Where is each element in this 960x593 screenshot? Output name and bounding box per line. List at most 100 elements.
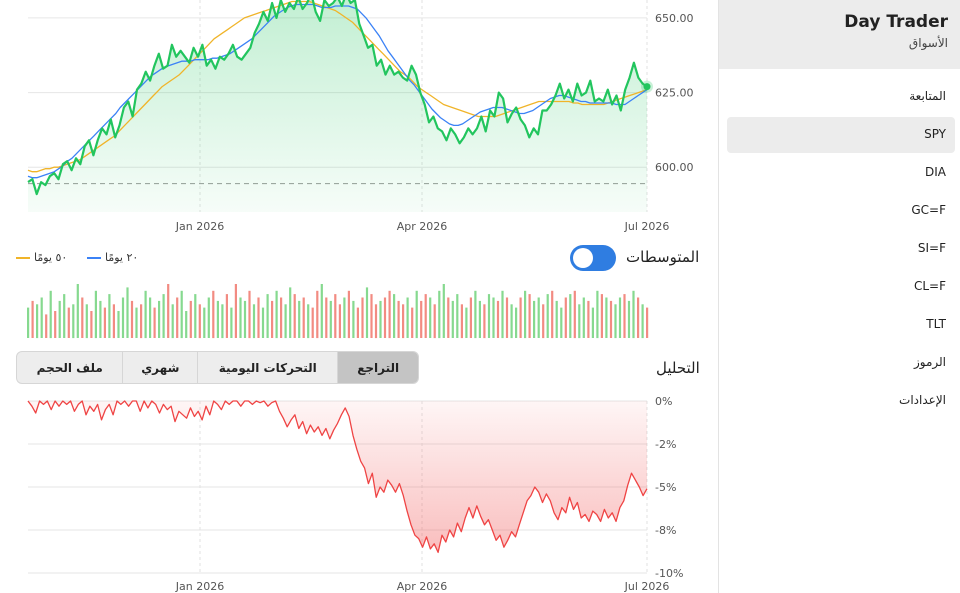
volume-bar [298, 300, 301, 338]
sidebar-item-gcf[interactable]: GC=F [911, 203, 946, 217]
volume-bar [510, 304, 513, 339]
volume-bar [632, 290, 635, 339]
ma-toggle[interactable] [570, 245, 616, 271]
sidebar-item-symbols[interactable]: الرموز [914, 355, 946, 369]
volume-bar [45, 314, 48, 338]
legend-ma20-swatch [87, 256, 101, 259]
volume-bar [352, 300, 355, 338]
volume-bar [140, 304, 143, 339]
volume-bar [58, 300, 61, 338]
volume-bar [420, 300, 423, 338]
volume-bar [646, 307, 649, 338]
volume-bar [311, 307, 314, 338]
volume-bar [487, 294, 491, 338]
volume-bar [406, 297, 409, 338]
volume-bar [641, 304, 644, 339]
dd-x-tick: Jan 2026 [175, 580, 224, 593]
volume-bar [505, 297, 509, 338]
volume-bar [609, 300, 613, 338]
volume-bar [388, 290, 391, 339]
volume-bar [361, 297, 364, 338]
tab-volume-profile[interactable]: ملف الحجم [17, 352, 124, 383]
volume-bar [496, 300, 500, 338]
volume-chart [27, 284, 649, 339]
tab-monthly[interactable]: شهري [123, 352, 199, 383]
volume-bar [528, 294, 531, 338]
volume-bar [203, 307, 206, 338]
volume-bar [600, 294, 603, 338]
sidebar-item-settings[interactable]: الإعدادات [899, 393, 946, 407]
volume-bar [27, 307, 30, 338]
volume-bar [252, 304, 256, 339]
volume-bar [194, 294, 197, 338]
volume-bar [85, 304, 88, 339]
volume-bar [442, 284, 445, 338]
toggle-knob [573, 248, 593, 268]
volume-bar [72, 304, 75, 339]
volume-bar [343, 297, 346, 338]
volume-bar [474, 290, 477, 339]
volume-bar [216, 300, 219, 338]
dd-y-tick: -5% [655, 481, 676, 494]
sidebar-header: Day Trader الأسواق [719, 0, 960, 69]
volume-bar [103, 307, 106, 338]
volume-bar [456, 294, 459, 338]
sidebar-item-spy[interactable]: SPY [924, 127, 946, 141]
last-price-dot [643, 83, 651, 91]
volume-bar [478, 300, 481, 338]
dd-x-tick: Jul 2026 [624, 580, 670, 593]
volume-bar [99, 300, 102, 338]
price-y-tick: 650.00 [655, 12, 694, 25]
volume-bar [230, 307, 233, 338]
ma-label: المتوسطات [626, 248, 700, 266]
volume-bar [158, 300, 161, 338]
volume-bar [637, 297, 640, 338]
volume-bar [578, 304, 581, 339]
volume-bar [614, 304, 617, 339]
volume-bar [605, 297, 608, 338]
tab-drawdown[interactable]: التراجع [338, 352, 418, 383]
volume-bar [225, 294, 228, 338]
volume-bar [261, 307, 265, 338]
sidebar-item-dia[interactable]: DIA [925, 165, 946, 179]
volume-bar [551, 290, 554, 339]
tab-daily-moves[interactable]: التحركات اليومية [198, 352, 339, 383]
price-chart: 600.00 625.00 650.00 Jan 2026 Apr 2026 Jul 20… [27, 0, 694, 233]
price-x-tick: Apr 2026 [397, 220, 448, 233]
sidebar-item-watchlist[interactable]: المتابعة [909, 89, 946, 103]
volume-bar [180, 290, 183, 339]
volume-bar [546, 294, 549, 338]
sidebar-item-clf[interactable]: CL=F [914, 279, 946, 293]
volume-bar [302, 297, 305, 338]
volume-bar [171, 304, 174, 339]
volume-bar [334, 294, 337, 338]
volume-bar [149, 297, 152, 338]
volume-bar [126, 287, 129, 338]
volume-bar [460, 304, 463, 339]
volume-bar [402, 304, 405, 339]
volume-bar [483, 304, 486, 339]
volume-bar [537, 297, 540, 338]
volume-bar [112, 304, 115, 339]
volume-bar [280, 297, 283, 338]
volume-bar [266, 294, 269, 338]
volume-bar [117, 311, 120, 338]
volume-bar [383, 297, 387, 338]
sidebar-item-sif[interactable]: SI=F [918, 241, 946, 255]
volume-bar [36, 304, 39, 339]
volume-bar [135, 307, 138, 338]
volume-bar [415, 290, 418, 339]
volume-bar [501, 290, 504, 339]
volume-bar [243, 300, 247, 338]
volume-bar [379, 300, 382, 338]
volume-bar [198, 304, 201, 339]
volume-bar [433, 304, 436, 339]
volume-bar [185, 311, 188, 338]
legend-ma20: ٢٠ يومًا [87, 251, 138, 264]
volume-bar [153, 307, 156, 338]
volume-bar [221, 304, 224, 339]
sidebar-item-tlt[interactable]: TLT [926, 317, 946, 331]
volume-bar [325, 297, 328, 338]
dd-y-tick: -2% [655, 438, 676, 451]
volume-bar [212, 290, 215, 339]
